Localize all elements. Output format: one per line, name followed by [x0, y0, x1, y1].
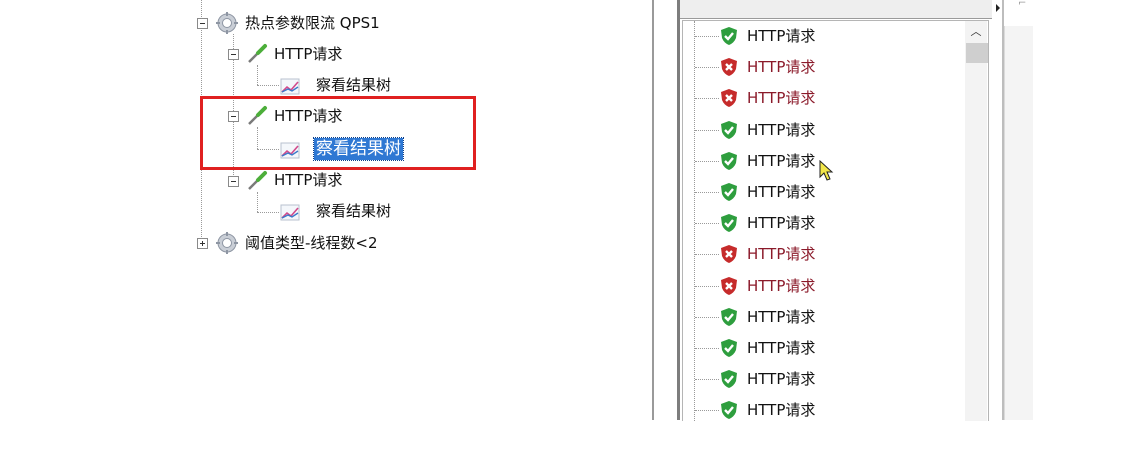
tree-node-thread-group-qps[interactable]: 热点参数限流 QPS1 [190, 12, 450, 34]
side-pane-glyph: ⌐ [1018, 0, 1027, 9]
success-shield-icon [721, 151, 737, 170]
error-shield-icon [721, 89, 737, 108]
tree-guide-line [695, 254, 719, 256]
error-shield-icon [721, 276, 737, 295]
thread-group-gear-icon [216, 232, 238, 254]
tree-guide-line [695, 98, 719, 100]
tree-node-http-request-1[interactable]: HTTP请求 [190, 43, 450, 65]
thread-group-label: 热点参数限流 QPS1 [245, 14, 380, 32]
http-sampler-pipette-icon [248, 171, 267, 190]
result-row-label: HTTP请求 [747, 27, 816, 45]
scrollbar[interactable]: ︿ [965, 21, 988, 421]
scroll-up-arrow-icon[interactable]: ︿ [970, 26, 982, 38]
tree-guide-line [695, 379, 719, 381]
sample-result-list[interactable]: HTTP请求 HTTP请求 HTTP请求 HTTP请求 HTTP请求 HTTP请求 HTTP… [682, 20, 989, 421]
collapse-toggle-icon[interactable] [228, 176, 239, 187]
result-row-error[interactable]: HTTP请求 [683, 86, 963, 110]
success-shield-icon [721, 27, 737, 45]
success-shield-icon [721, 214, 737, 233]
result-row-label: HTTP请求 [747, 214, 816, 233]
result-row-success[interactable]: HTTP请求 [683, 398, 963, 422]
tree-guide-line [695, 160, 719, 162]
success-shield-icon [721, 401, 737, 420]
http-request-label: HTTP请求 [274, 45, 343, 63]
http-sampler-pipette-icon [248, 44, 267, 63]
result-row-label: HTTP请求 [747, 89, 816, 108]
tree-guide-line [695, 129, 719, 131]
result-row-label: HTTP请求 [747, 307, 816, 326]
result-row-label: HTTP请求 [747, 339, 816, 357]
error-shield-icon [721, 245, 737, 264]
tree-guide-line [695, 67, 719, 69]
result-row-label: HTTP请求 [747, 370, 816, 389]
result-row-label: HTTP请求 [747, 183, 816, 201]
result-row-label: HTTP请求 [747, 58, 816, 77]
tree-node-http-request-3[interactable]: HTTP请求 [190, 170, 450, 192]
scroll-thumb[interactable] [966, 43, 988, 63]
result-row-label: HTTP请求 [747, 120, 816, 139]
tree-guide-line [695, 285, 719, 287]
error-shield-icon [721, 58, 737, 77]
highlight-annotation-box [200, 96, 476, 170]
side-pane [1004, 26, 1033, 420]
success-shield-icon [721, 307, 737, 326]
success-shield-icon [721, 183, 737, 201]
collapse-toggle-icon[interactable] [197, 18, 208, 29]
success-shield-icon [721, 120, 737, 139]
result-row-error[interactable]: HTTP请求 [683, 55, 963, 79]
result-row-success[interactable]: HTTP请求 [683, 118, 963, 142]
success-shield-icon [721, 370, 737, 389]
http-request-label: HTTP请求 [274, 171, 343, 189]
tree-guide-line [695, 192, 719, 193]
view-results-tree-label: 察看结果树 [316, 202, 392, 220]
result-row-error[interactable]: HTTP请求 [683, 242, 963, 266]
result-row-success[interactable]: HTTP请求 [683, 305, 963, 329]
thread-group-label: 阈值类型-线程数<2 [245, 234, 378, 252]
result-row-label: HTTP请求 [747, 401, 816, 420]
splitter-arrow-icon[interactable] [996, 4, 1000, 12]
listener-chart-icon [280, 204, 300, 221]
expand-toggle-icon[interactable] [197, 238, 208, 249]
mouse-cursor-icon [819, 160, 834, 181]
result-row-label: HTTP请求 [747, 151, 816, 170]
tree-node-view-results-tree-1[interactable]: 察看结果树 [190, 74, 450, 96]
results-panel: ⌐ HTTP请求 HTTP请求 HTTP请求 HTTP请求 HTTP请求 HTTP请求 HT… [652, 0, 1033, 421]
result-row-success[interactable]: HTTP请求 [683, 211, 963, 235]
result-row-label: HTTP请求 [747, 245, 816, 264]
tree-guide-line [695, 348, 719, 349]
collapse-toggle-icon[interactable] [228, 49, 239, 60]
result-row-error[interactable]: HTTP请求 [683, 274, 963, 298]
thread-group-gear-icon [216, 12, 238, 34]
result-row-success[interactable]: HTTP请求 [683, 367, 963, 391]
listener-chart-icon [280, 78, 300, 95]
panel-border-inner [677, 0, 680, 420]
tree-guide-line [695, 36, 719, 37]
tree-node-thread-group-threads[interactable]: 阈值类型-线程数<2 [190, 232, 450, 254]
success-shield-icon [721, 339, 737, 357]
result-row-label: HTTP请求 [747, 276, 816, 295]
panel-border-left [652, 0, 654, 420]
tree-node-view-results-tree-3[interactable]: 察看结果树 [190, 200, 450, 222]
tree-guide-line [695, 223, 719, 225]
tree-guide-line [695, 410, 719, 412]
tree-guide-line [695, 316, 719, 318]
view-results-tree-label: 察看结果树 [316, 76, 392, 94]
result-row-success[interactable]: HTTP请求 [683, 336, 963, 360]
result-row-success[interactable]: HTTP请求 [683, 24, 963, 48]
panel-top-strip [680, 0, 992, 19]
